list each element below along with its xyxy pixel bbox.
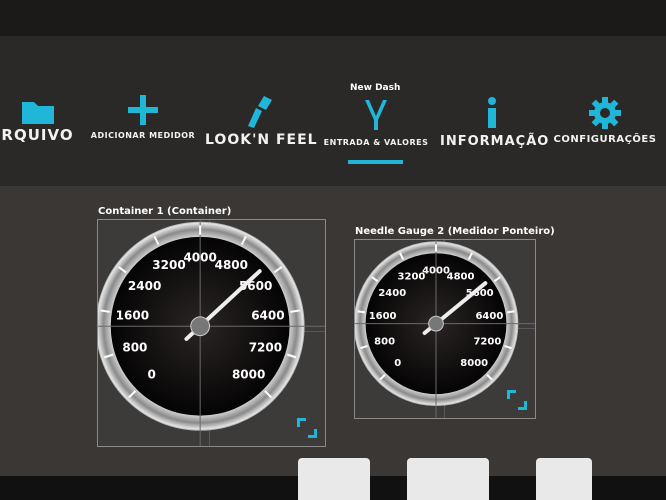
nav-look-n-feel[interactable]: LOOK'N FEEL (205, 94, 318, 148)
bottom-tab-button[interactable] (536, 458, 592, 500)
top-toolbar: RQUIVO ADICIONAR MEDIDOR LOOK'N FEEL New… (0, 36, 666, 186)
gauge-tick-label: 2400 (378, 288, 406, 299)
gauge-hub (428, 315, 444, 332)
nav-entrada-label: ENTRADA & VALORES (323, 138, 429, 147)
nav-entrada-valores[interactable]: ENTRADA & VALORES (322, 98, 430, 147)
nav-look-label: LOOK'N FEEL (205, 132, 318, 148)
plus-icon (128, 95, 158, 125)
gauge-tick-label: 2400 (128, 279, 161, 293)
gauge-tick-label: 800 (374, 336, 395, 347)
gear-icon (589, 97, 621, 129)
nav-adicionar-medidor[interactable]: ADICIONAR MEDIDOR (88, 93, 198, 140)
bottom-tab-button[interactable] (298, 458, 370, 500)
dash-name: New Dash (350, 83, 401, 93)
nav-configuracoes[interactable]: CONFIGURAÇÕES (552, 96, 658, 145)
gauge-tick-label: 7200 (473, 336, 501, 347)
gauge-tick-label: 0 (147, 368, 155, 382)
connector-icon (365, 100, 387, 130)
gauge-2-title: Needle Gauge 2 (Medidor Ponteiro) (355, 226, 555, 237)
gauge-tick-label: 1600 (116, 308, 149, 322)
bottom-tab-button[interactable] (407, 458, 489, 500)
brush-icon (248, 96, 272, 128)
gauge-tick-label: 7200 (249, 340, 282, 354)
gauge-tick (357, 310, 365, 314)
gauge-1-title: Container 1 (Container) (98, 206, 232, 217)
folder-icon (21, 102, 54, 124)
gauge-2-container[interactable]: 0 800 1600 2400 3200 4000 4800 5600 6400 7200 8000 (354, 239, 536, 419)
gauge-tick-label: 8000 (232, 368, 265, 382)
gauge-tick-label: 3200 (152, 258, 185, 272)
gauge-tick-label: 8000 (460, 358, 488, 369)
gauge-hub (190, 316, 211, 337)
gauge-tick-label: 0 (394, 358, 401, 369)
gauge-tick-label: 4000 (183, 251, 216, 265)
nav-informacao[interactable]: INFORMAÇÃO (440, 96, 550, 149)
nav-adicionar-label: ADICIONAR MEDIDOR (90, 131, 196, 140)
nav-arquivo-label: RQUIVO (1, 126, 74, 144)
nav-informacao-label: INFORMAÇÃO (440, 134, 550, 149)
gauge-dial: 0800160024003200400048005600640072008000 (98, 220, 325, 446)
gauge-tick (507, 310, 515, 314)
resize-icon[interactable] (505, 388, 529, 412)
gauge-tick-label: 4800 (215, 258, 248, 272)
gauge-tick-label: 6400 (251, 308, 284, 322)
gauge-tick-label: 4800 (447, 272, 475, 283)
resize-icon[interactable] (295, 416, 319, 440)
active-tab-indicator (348, 160, 403, 164)
info-icon (488, 97, 496, 128)
gauge-tick-label: 6400 (475, 311, 503, 322)
gauge-1-container[interactable]: 0 800 1600 2400 3200 4000 4800 5600 6400 7200 8000 (97, 219, 326, 447)
gauge-tick-label: 800 (122, 340, 147, 354)
gauge-tick-label: 1600 (369, 311, 397, 322)
nav-arquivo[interactable]: RQUIVO (0, 96, 75, 144)
app-screen: RQUIVO ADICIONAR MEDIDOR LOOK'N FEEL New… (0, 36, 666, 476)
nav-configuracoes-label: CONFIGURAÇÕES (553, 134, 657, 145)
